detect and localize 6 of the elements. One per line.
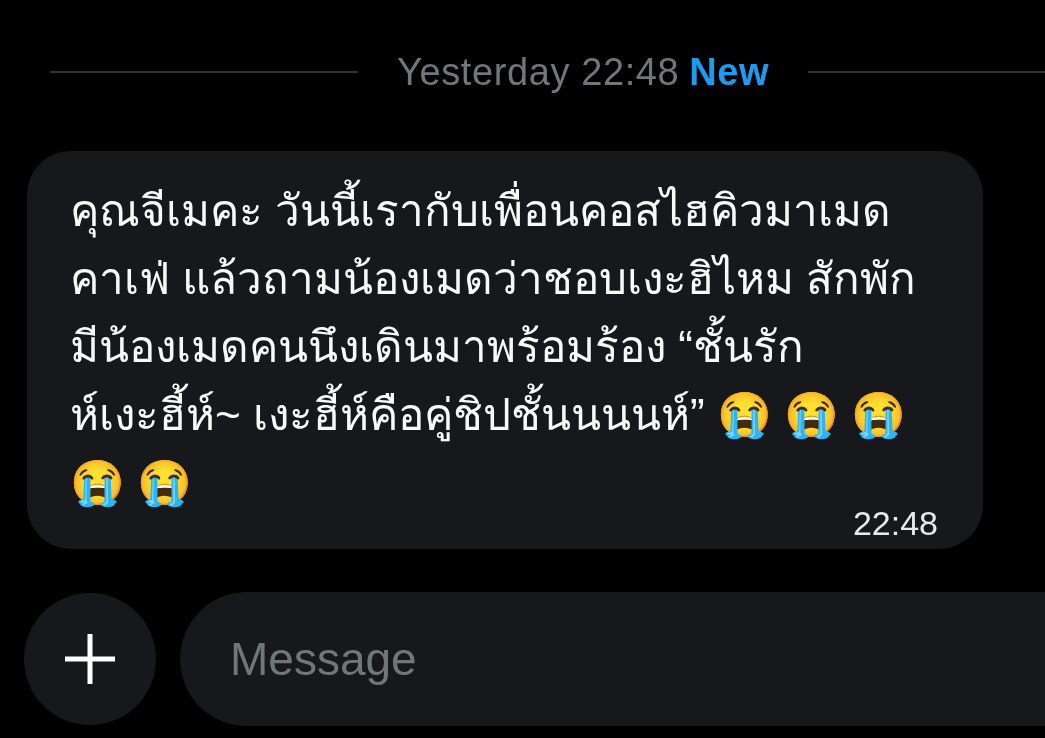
message-time: 22:48: [852, 509, 938, 537]
plus-icon: [65, 634, 115, 684]
new-messages-label: New: [689, 51, 770, 93]
date-divider-label: Yesterday 22:48: [397, 51, 680, 93]
message-text: คุณจีเมคะ วันนี้เรากับเพื่อนคอสไฮคิวมาเมดคาเฟ่ แล้วถามน้องเมดว่าชอบเงะฮิไหม สักพักมีน้องเมดคนนึงเดินมาพร้อมร้อง “ชั้นรักห์เงะฮี้ห์~ เงะฮี้ห์คือคู่ชิปชั้นนนนห์” 😭 😭 😭 😭 😭: [70, 174, 917, 507]
message-input[interactable]: Message: [180, 592, 1045, 726]
